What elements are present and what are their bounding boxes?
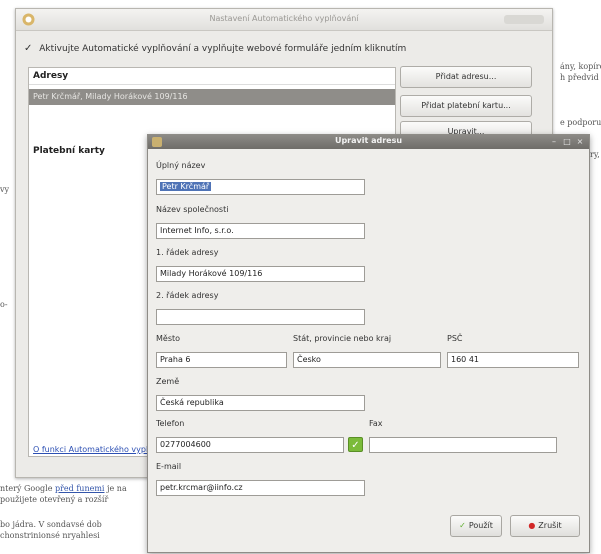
address2-label: 2. řádek adresy [156,291,219,300]
full-name-value: Petr Krčmář [160,182,212,191]
full-name-label: Úplný název [156,161,206,170]
apply-check-icon: ✓ [459,521,466,530]
bg-text: nterý Google [0,484,53,493]
enable-autofill-label: Aktivujte Automatické vyplňování a vyplň… [39,44,407,54]
bg-text: je na [107,484,127,493]
city-field[interactable]: Praha 6 [156,352,287,368]
email-label: E-mail [156,462,182,471]
bg-text-line: h předvid [560,73,599,82]
window-controls[interactable] [504,15,544,24]
bg-text-line: e podporu [560,118,601,127]
edit-address-dialog: Upravit adresu – □ × Úplný název Petr Kr… [147,134,590,553]
cancel-button[interactable]: ● Zrušit [510,515,580,537]
address1-field[interactable]: Milady Horákové 109/116 [156,266,365,282]
bg-text-line: bo jádra. V sondavsé dob [0,520,102,529]
close-icon[interactable]: × [575,137,585,147]
address2-field[interactable] [156,309,365,325]
fax-field[interactable] [369,437,557,453]
add-card-button[interactable]: Přidat platební kartu... [400,95,532,117]
fax-label: Fax [369,419,383,428]
bg-text-line: o- [0,300,8,309]
state-field[interactable]: Česko [293,352,441,368]
bg-text-line: chonstrinionsé nryahlesi [0,531,100,540]
enable-autofill-checkbox[interactable]: ✓ Aktivujte Automatické vyplňování a vyp… [24,43,406,54]
phone-label: Telefon [156,419,185,428]
cancel-icon: ● [528,521,536,530]
address1-label: 1. řádek adresy [156,248,219,257]
bg-text-line: vy [0,185,10,194]
state-label: Stát, provincie nebo kraj [293,334,392,343]
checkmark-icon: ✓ [24,43,33,54]
bg-text-line: ry, [590,150,600,159]
bg-text-line: použijete otevřený a rozšíř [0,495,109,504]
apply-button-label: Použít [468,521,493,530]
apply-button[interactable]: ✓ Použít [450,515,502,537]
edit-dialog-title: Upravit adresu [334,136,403,145]
cancel-button-label: Zrušit [538,521,562,530]
full-name-field[interactable]: Petr Krčmář [156,179,365,195]
bg-text-line: nterý Google před funemi je na [0,484,127,493]
minimize-icon[interactable]: – [549,137,559,147]
country-field[interactable]: Česká republika [156,395,365,411]
addresses-header: Adresy [29,68,395,85]
edit-titlebar: Upravit adresu – □ × [148,135,589,149]
country-label: Země [156,377,180,386]
city-label: Město [156,334,181,343]
company-field[interactable]: Internet Info, s.r.o. [156,223,365,239]
phone-field[interactable]: 0277004600 [156,437,344,453]
cards-header: Platební karty [33,146,105,156]
zip-label: PSČ [447,334,463,343]
bg-text-line: ány, kopírov [560,62,601,71]
email-field[interactable]: petr.krcmar@iinfo.cz [156,480,365,496]
outer-titlebar: Nastavení Automatického vyplňování [16,9,552,31]
zip-field[interactable]: 160 41 [447,352,579,368]
bg-link[interactable]: před funemi [55,484,105,493]
company-label: Název společnosti [156,205,229,214]
maximize-icon[interactable]: □ [562,137,572,147]
phone-valid-check-icon: ✓ [348,437,363,452]
add-address-button[interactable]: Přidat adresu... [400,66,532,88]
address-list-item[interactable]: Petr Krčmář, Milady Horákové 109/116 [29,89,395,105]
outer-window-title: Nastavení Automatického vyplňování [209,14,359,23]
